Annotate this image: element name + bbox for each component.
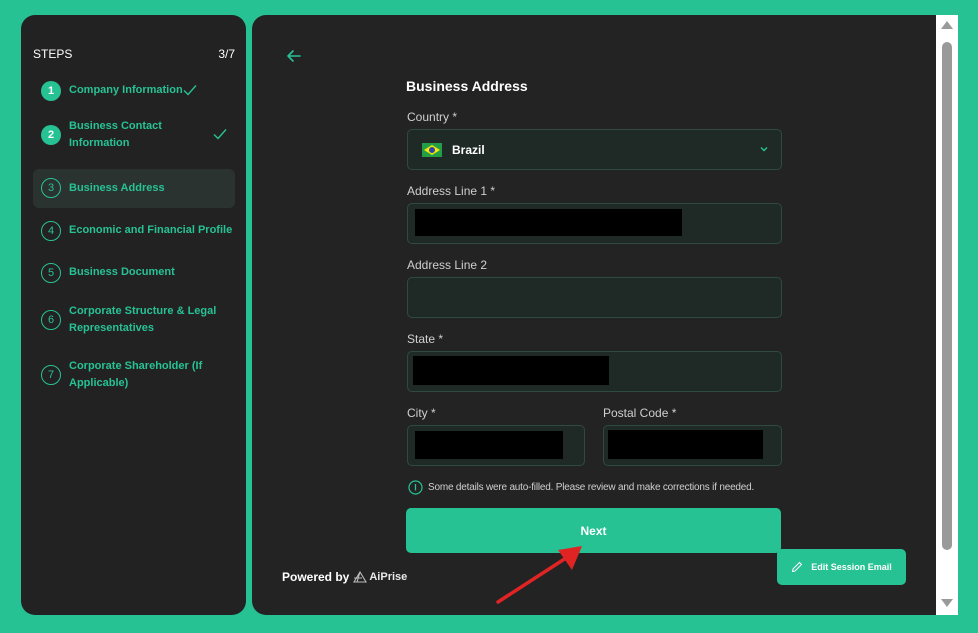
step-number: 7: [41, 365, 61, 385]
edit-session-email-label: Edit Session Email: [811, 562, 892, 572]
scrollbar[interactable]: [936, 15, 958, 615]
step-number: 1: [41, 81, 61, 101]
step-label: Business Address: [69, 182, 165, 194]
address-line-1-input[interactable]: [407, 203, 782, 244]
address-line-1-label: Address Line 1 *: [407, 184, 496, 198]
address-line-2-input[interactable]: [407, 277, 782, 318]
chevron-down-icon: [760, 147, 768, 152]
country-value: Brazil: [452, 143, 485, 157]
autofill-info-text: Some details were auto-filled. Please re…: [428, 482, 755, 493]
country-select[interactable]: Brazil: [407, 129, 782, 170]
aiprise-logo: AiPrise: [353, 571, 407, 583]
redacted-value: [413, 356, 609, 385]
step-number: 5: [41, 263, 61, 283]
scrollbar-thumb[interactable]: [942, 42, 952, 550]
next-button[interactable]: Next: [406, 508, 781, 553]
check-icon: [213, 129, 227, 140]
steps-header: STEPS 3/7: [33, 47, 235, 61]
step-number: 6: [41, 310, 61, 330]
step-label: Corporate Shareholder (If Applicable): [69, 360, 203, 389]
step-item-company-information[interactable]: 1 Company Information: [33, 79, 235, 103]
autofill-info-note: Some details were auto-filled. Please re…: [408, 480, 754, 495]
step-label: Business Document: [69, 266, 175, 278]
powered-by-text: Powered by: [282, 570, 350, 584]
postal-code-label: Postal Code *: [603, 406, 677, 420]
step-item-corporate-structure[interactable]: 6 Corporate Structure & Legal Representa…: [33, 300, 235, 340]
state-input[interactable]: [407, 351, 782, 392]
city-label: City *: [407, 406, 436, 420]
back-arrow-icon[interactable]: [286, 49, 302, 63]
redacted-value: [608, 430, 763, 459]
scroll-down-arrow-icon[interactable]: [940, 598, 954, 608]
step-label: Economic and Financial Profile: [69, 224, 233, 236]
steps-progress: 3/7: [218, 47, 235, 61]
info-icon: [408, 480, 423, 495]
pencil-icon: [792, 561, 803, 573]
city-input[interactable]: [407, 425, 585, 466]
step-item-economic-financial-profile[interactable]: 4 Economic and Financial Profile: [33, 219, 235, 243]
redacted-value: [415, 209, 682, 236]
country-label: Country *: [407, 110, 458, 124]
step-item-business-address[interactable]: 3 Business Address: [33, 169, 235, 208]
step-number: 3: [41, 178, 61, 198]
brazil-flag-icon: [422, 143, 442, 157]
step-label: Corporate Structure & Legal Representati…: [69, 305, 217, 334]
check-icon: [183, 85, 197, 96]
step-item-business-contact-information[interactable]: 2 Business Contact Information: [33, 115, 235, 155]
scroll-up-arrow-icon[interactable]: [940, 20, 954, 30]
postal-code-input[interactable]: [603, 425, 782, 466]
step-item-business-document[interactable]: 5 Business Document: [33, 261, 235, 285]
steps-sidebar: STEPS 3/7 1 Company Information 2 Busine…: [21, 15, 246, 615]
step-number: 2: [41, 125, 61, 145]
step-number: 4: [41, 221, 61, 241]
form-panel: Business Address Country * Brazil Addres…: [252, 15, 958, 615]
step-item-corporate-shareholder[interactable]: 7 Corporate Shareholder (If Applicable): [33, 355, 235, 395]
brand-name: AiPrise: [369, 571, 408, 583]
steps-title: STEPS: [33, 47, 73, 61]
annotation-arrow-icon: [496, 546, 582, 604]
redacted-value: [415, 431, 563, 459]
form-title: Business Address: [406, 78, 528, 94]
step-label: Company Information: [69, 84, 183, 96]
state-label: State *: [407, 332, 444, 346]
address-line-2-label: Address Line 2: [407, 258, 488, 272]
aiprise-logo-icon: [353, 571, 368, 583]
powered-by: Powered by AiPrise: [282, 570, 407, 584]
step-label: Business Contact Information: [69, 120, 162, 149]
edit-session-email-button[interactable]: Edit Session Email: [777, 549, 906, 585]
